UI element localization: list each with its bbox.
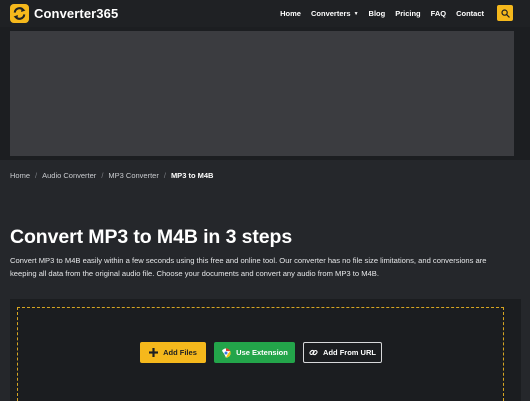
brand-name: Converter365 xyxy=(34,6,119,21)
logo-arrows-icon xyxy=(10,4,29,23)
main-nav: Home Converters ▼ Blog Pricing FAQ Conta… xyxy=(280,0,484,27)
brand-logo[interactable]: Converter365 xyxy=(10,4,118,23)
breadcrumb-mp3-converter[interactable]: MP3 Converter xyxy=(108,171,158,180)
use-extension-button[interactable]: Use Extension xyxy=(214,342,295,363)
breadcrumb-separator: / xyxy=(35,171,38,180)
add-from-url-label: Add From URL xyxy=(323,348,376,357)
add-files-label: Add Files xyxy=(163,348,197,357)
breadcrumb-separator: / xyxy=(101,171,104,180)
plus-icon xyxy=(149,348,159,357)
top-navigation-bar: Converter365 Home Converters ▼ Blog Pric… xyxy=(0,0,530,27)
breadcrumb: Home / Audio Converter / MP3 Converter /… xyxy=(10,171,213,180)
add-files-button[interactable]: Add Files xyxy=(140,342,206,363)
nav-converters-label: Converters xyxy=(310,9,351,18)
nav-contact[interactable]: Contact xyxy=(456,9,484,18)
search-button[interactable] xyxy=(497,5,513,21)
search-icon xyxy=(500,8,510,18)
nav-home[interactable]: Home xyxy=(280,9,301,18)
page-title: Convert MP3 to M4B in 3 steps xyxy=(10,226,293,248)
breadcrumb-separator: / xyxy=(163,171,166,180)
chrome-icon xyxy=(221,347,231,358)
breadcrumb-current: MP3 to M4B xyxy=(170,171,214,180)
nav-converters[interactable]: Converters ▼ xyxy=(311,9,359,18)
use-extension-label: Use Extension xyxy=(236,348,288,357)
ad-placeholder xyxy=(10,31,514,156)
page-description: Convert MP3 to M4B easily within a few s… xyxy=(10,256,487,278)
nav-blog[interactable]: Blog xyxy=(369,9,386,18)
breadcrumb-home[interactable]: Home xyxy=(10,171,30,180)
nav-pricing[interactable]: Pricing xyxy=(395,9,420,18)
breadcrumb-audio-converter[interactable]: Audio Converter xyxy=(42,171,96,180)
nav-faq[interactable]: FAQ xyxy=(431,9,446,18)
link-icon xyxy=(309,348,318,357)
caret-down-icon: ▼ xyxy=(353,10,359,17)
add-from-url-button[interactable]: Add From URL xyxy=(303,342,382,363)
